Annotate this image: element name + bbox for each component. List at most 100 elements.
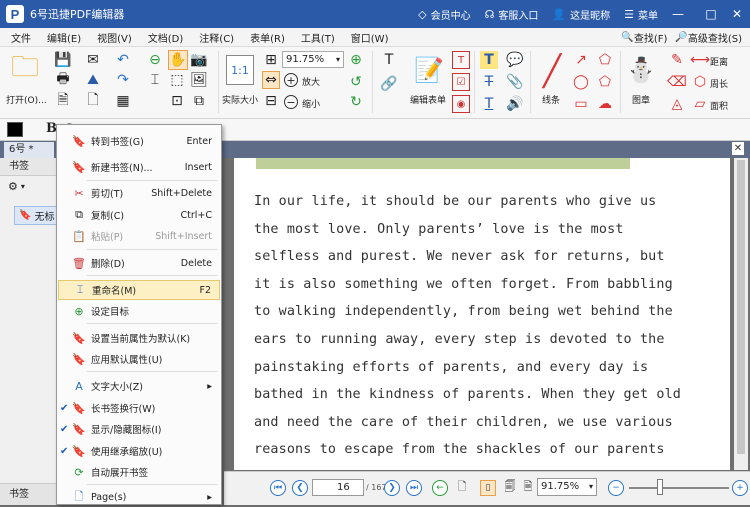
menu-file[interactable]: 文件: [0, 30, 36, 45]
eraser-icon[interactable]: ⌫: [667, 73, 687, 91]
attach-icon[interactable]: 📎: [506, 73, 524, 91]
menu-window[interactable]: 窗口(W): [340, 30, 394, 45]
measure-icon[interactable]: ◬: [668, 95, 686, 113]
document-tab[interactable]: 6号 *: [4, 142, 54, 158]
chevron-down-icon[interactable]: ▾: [21, 182, 25, 191]
menu-item-wrap[interactable]: ✔ 🔖 长书签换行(W): [58, 398, 220, 418]
rectangle-icon[interactable]: ▭: [572, 95, 590, 113]
bookmark-item[interactable]: 🔖 无标: [14, 206, 57, 225]
scrollbar-thumb[interactable]: [737, 160, 745, 454]
strikeout-icon[interactable]: T: [480, 73, 498, 91]
pencil-icon[interactable]: ✎: [668, 51, 686, 69]
sidebar-footer-tab[interactable]: 书签: [0, 483, 57, 505]
select-icon[interactable]: ⬚: [168, 71, 186, 89]
last-page-button[interactable]: ⏭: [406, 480, 422, 496]
upload-icon[interactable]: ⛰: [84, 71, 102, 89]
menu-item-copy[interactable]: ⧉ 复制(C) Ctrl+C: [58, 205, 220, 225]
next-page-button[interactable]: ❯: [384, 480, 400, 496]
select-text-icon[interactable]: ⌶: [146, 71, 164, 89]
zoom-slider-thumb[interactable]: [657, 479, 663, 495]
menu-item-rename[interactable]: ⌶ 重命名(M) F2: [58, 280, 220, 300]
rotate-icon[interactable]: ⊕: [347, 51, 365, 69]
main-menu-button[interactable]: ☰ 菜单: [624, 7, 658, 22]
sound-icon[interactable]: 🔊: [506, 95, 524, 113]
perimeter-label[interactable]: 周长: [710, 77, 728, 90]
menu-form[interactable]: 表单(R): [239, 30, 290, 45]
user-button[interactable]: 👤 这是昵称: [552, 7, 610, 22]
member-center-button[interactable]: ◇ 会员中心: [418, 7, 470, 22]
rotate-right-icon[interactable]: ↻: [347, 93, 365, 111]
menu-item-set-target[interactable]: ⊕ 设定目标: [58, 301, 220, 321]
text-color-swatch[interactable]: [7, 122, 23, 137]
pdf-page[interactable]: In our life, it should be our parents wh…: [234, 158, 730, 470]
print-icon[interactable]: 🖶: [54, 71, 72, 89]
ellipse-icon[interactable]: ◯: [572, 73, 590, 91]
checkbox-field-icon[interactable]: ☑: [452, 73, 470, 91]
vertical-scrollbar[interactable]: [734, 158, 748, 470]
camera-icon[interactable]: 📷: [190, 51, 208, 69]
menu-item-goto-bookmark[interactable]: 🔖 转到书签(G) Enter: [58, 131, 220, 151]
advanced-find-button[interactable]: 🔎 高级查找(S): [675, 30, 742, 45]
menu-edit[interactable]: 编辑(E): [36, 30, 86, 45]
menu-item-apply-default[interactable]: 🔖 应用默认属性(U): [58, 349, 220, 369]
document-icon[interactable]: 🗎: [54, 92, 72, 110]
open-folder-icon[interactable]: 🗀: [6, 50, 44, 87]
zoom-slider-track[interactable]: [629, 487, 729, 489]
menu-item-new-bookmark[interactable]: 🔖 新建书签(N)... Insert: [58, 157, 220, 177]
layout-icon[interactable]: ▦: [114, 92, 132, 110]
line-label[interactable]: 线条: [542, 93, 560, 106]
minimize-button[interactable]: —: [672, 7, 698, 21]
support-button[interactable]: ☊ 客服入口: [485, 7, 539, 22]
continuous-facing-icon[interactable]: 🗎: [520, 480, 536, 496]
close-document-button[interactable]: ✕: [732, 142, 744, 155]
fit-page-icon[interactable]: ⊞: [262, 51, 280, 69]
note-icon[interactable]: 💬: [506, 51, 524, 69]
pentagon-icon[interactable]: ⬠: [596, 73, 614, 91]
menu-view[interactable]: 视图(V): [86, 30, 137, 45]
menu-item-text-size[interactable]: A 文字大小(Z) ▸: [58, 376, 220, 396]
maximize-button[interactable]: □: [698, 7, 724, 21]
edit-form-icon[interactable]: 📝: [414, 55, 444, 85]
find-button[interactable]: 🔍 查找(F): [621, 30, 667, 45]
actual-size-icon[interactable]: 1:1: [226, 55, 254, 85]
stamp-label[interactable]: 图章: [632, 93, 650, 106]
menu-item-inherit-zoom[interactable]: ✔ 🔖 使用继承缩放(U): [58, 441, 220, 461]
page-number-input[interactable]: 16: [312, 479, 364, 496]
textfield-icon[interactable]: T: [452, 51, 470, 69]
continuous-page-icon[interactable]: ▯: [480, 480, 496, 496]
undo-icon[interactable]: ↶: [114, 51, 132, 69]
menu-item-pages[interactable]: 🗋 Page(s) ▸: [58, 487, 220, 507]
back-icon[interactable]: ⊖: [146, 51, 164, 69]
area-label[interactable]: 面积: [710, 99, 728, 112]
cloud-icon[interactable]: ☁: [596, 95, 614, 113]
zoom-out-button[interactable]: −: [608, 480, 624, 496]
zoom-select[interactable]: 91.75% ▾: [282, 51, 344, 68]
facing-page-icon[interactable]: 🗐: [502, 480, 518, 496]
menu-item-show-icons[interactable]: ✔ 🔖 显示/隐藏图标(I): [58, 419, 220, 439]
layers-icon[interactable]: ⧉: [190, 92, 208, 110]
open-label[interactable]: 打开(O)...: [6, 93, 47, 106]
actual-size-label[interactable]: 实际大小: [222, 93, 258, 106]
image-icon[interactable]: 🖼: [190, 71, 208, 89]
polygon-icon[interactable]: ⬠: [596, 51, 614, 69]
close-button[interactable]: ✕: [724, 7, 750, 21]
menu-item-paste[interactable]: 📋 粘贴(P) Shift+Insert: [58, 226, 220, 246]
redo-icon[interactable]: ↷: [114, 71, 132, 89]
hand-tool-icon[interactable]: ✋: [168, 50, 188, 70]
distance-label[interactable]: 距离: [710, 55, 728, 68]
stamp-icon[interactable]: ⛄: [625, 53, 657, 87]
highlight-text-icon[interactable]: T: [480, 51, 498, 69]
email-icon[interactable]: ✉: [84, 51, 102, 69]
text-tool-icon[interactable]: T: [380, 51, 398, 69]
save-icon[interactable]: 💾: [54, 51, 72, 69]
line-tool-icon[interactable]: ╱: [534, 53, 570, 89]
status-zoom-select[interactable]: 91.75% ▾: [537, 478, 597, 496]
menu-item-cut[interactable]: ✂ 剪切(T) Shift+Delete: [58, 183, 220, 203]
prev-page-button[interactable]: ❮: [292, 480, 308, 496]
zoom-in-icon[interactable]: +: [284, 73, 298, 87]
radio-field-icon[interactable]: ◉: [452, 95, 470, 113]
fit-width-icon[interactable]: ⇔: [262, 71, 280, 89]
menu-tools[interactable]: 工具(T): [290, 30, 340, 45]
link-icon[interactable]: 🔗: [380, 75, 398, 93]
zoom-in-label[interactable]: 放大: [302, 75, 320, 88]
